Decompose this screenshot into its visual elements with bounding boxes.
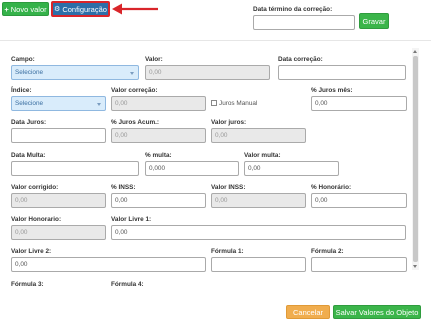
valor-corrigido-value: 0,00: [15, 197, 28, 204]
new-value-label: Novo valor: [10, 4, 47, 14]
valor-juros-input[interactable]: 0,00: [211, 128, 306, 143]
formula2-input[interactable]: [311, 257, 407, 272]
pct-juros-acum-value: 0,00: [115, 132, 128, 139]
data-multa-input[interactable]: [11, 161, 139, 176]
pct-inss-input[interactable]: 0,00: [111, 193, 206, 208]
pct-juros-mes-label: % Juros mês:: [311, 87, 353, 94]
valor-honorario-input[interactable]: 0,00: [11, 225, 106, 240]
data-multa-label: Data Multa:: [11, 152, 46, 159]
scrollbar-thumb[interactable]: [413, 56, 418, 262]
valor-value: 0,00: [149, 69, 162, 76]
valor-livre2-value: 0,00: [15, 261, 28, 268]
chevron-down-icon: [130, 72, 134, 75]
indice-select[interactable]: Selecione: [11, 96, 106, 111]
data-correcao-label: Data correção:: [278, 56, 323, 63]
cancel-button[interactable]: Cancelar: [286, 305, 330, 319]
valor-corrigido-input[interactable]: 0,00: [11, 193, 106, 208]
valor-label: Valor:: [145, 56, 163, 63]
chevron-down-icon: [97, 103, 101, 106]
scroll-up-icon[interactable]: [413, 50, 417, 53]
valor-livre1-value: 0,00: [115, 229, 128, 236]
form-scrollbar[interactable]: [412, 48, 419, 270]
pct-honorario-label: % Honorário:: [311, 184, 352, 191]
valor-input[interactable]: 0,00: [145, 65, 270, 80]
config-label: Configuração: [62, 4, 107, 14]
plus-icon: +: [4, 4, 9, 14]
pct-inss-value: 0,00: [115, 197, 128, 204]
pct-honorario-value: 0,00: [315, 197, 328, 204]
data-correcao-input[interactable]: [278, 65, 406, 80]
pct-juros-mes-input[interactable]: 0,00: [311, 96, 407, 111]
valor-correcao-value: 0,00: [115, 100, 128, 107]
formula1-label: Fórmula 1:: [211, 248, 244, 255]
valor-honorario-value: 0,00: [15, 229, 28, 236]
pct-honorario-input[interactable]: 0,00: [311, 193, 407, 208]
campo-select-value: Selecione: [15, 69, 44, 76]
annotation-arrow-icon: [112, 3, 158, 15]
save-date-button[interactable]: Gravar: [359, 13, 389, 29]
pct-juros-mes-value: 0,00: [315, 100, 328, 107]
data-juros-input[interactable]: [11, 128, 106, 143]
valor-multa-label: Valor multa:: [244, 152, 281, 159]
save-values-label: Salvar Valores do Objeto: [335, 307, 419, 317]
save-values-button[interactable]: Salvar Valores do Objeto: [333, 305, 421, 319]
valor-juros-value: 0,00: [215, 132, 228, 139]
pct-juros-acum-input[interactable]: 0,00: [111, 128, 206, 143]
formula2-label: Fórmula 2:: [311, 248, 344, 255]
end-date-label: Data término da correção:: [253, 6, 333, 13]
scroll-down-icon[interactable]: [413, 265, 417, 268]
indice-select-value: Selecione: [15, 100, 44, 107]
juros-manual-label: Juros Manual: [219, 100, 258, 107]
form-panel: [0, 40, 431, 319]
valor-inss-value: 0,00: [215, 197, 228, 204]
config-button[interactable]: ⚙ Configuração: [51, 1, 110, 17]
campo-label: Campo:: [11, 56, 35, 63]
end-date-input[interactable]: [253, 15, 355, 30]
valor-livre1-input[interactable]: 0,00: [111, 225, 406, 240]
juros-manual-checkbox[interactable]: [211, 100, 217, 106]
valor-livre1-label: Valor Livre 1:: [111, 216, 152, 223]
pct-multa-label: % multa:: [145, 152, 172, 159]
valor-livre2-label: Valor Livre 2:: [11, 248, 52, 255]
gear-icon: ⚙: [54, 6, 61, 13]
valor-inss-input[interactable]: 0,00: [211, 193, 306, 208]
valor-inss-label: Valor INSS:: [211, 184, 246, 191]
valor-correcao-label: Valor correção:: [111, 87, 158, 94]
valor-corrigido-label: Valor corrigido:: [11, 184, 59, 191]
valor-honorario-label: Valor Honorario:: [11, 216, 62, 223]
valor-livre2-input[interactable]: 0,00: [11, 257, 206, 272]
indice-label: Índice:: [11, 87, 32, 94]
cancel-label: Cancelar: [292, 307, 323, 317]
pct-multa-input[interactable]: 0,000: [145, 161, 239, 176]
data-juros-label: Data Juros:: [11, 119, 47, 126]
valor-multa-value: 0,00: [248, 165, 261, 172]
pct-juros-acum-label: % Juros Acum.:: [111, 119, 160, 126]
campo-select[interactable]: Selecione: [11, 65, 139, 80]
valor-correcao-input[interactable]: 0,00: [111, 96, 206, 111]
formula1-input[interactable]: [211, 257, 306, 272]
formula3-label: Fórmula 3:: [11, 281, 44, 288]
save-date-label: Gravar: [362, 16, 386, 26]
pct-inss-label: % INSS:: [111, 184, 136, 191]
pct-multa-value: 0,000: [149, 165, 165, 172]
new-value-button[interactable]: + Novo valor: [2, 2, 49, 16]
valor-multa-input[interactable]: 0,00: [244, 161, 339, 176]
formula4-label: Fórmula 4:: [111, 281, 144, 288]
valor-juros-label: Valor juros:: [211, 119, 247, 126]
